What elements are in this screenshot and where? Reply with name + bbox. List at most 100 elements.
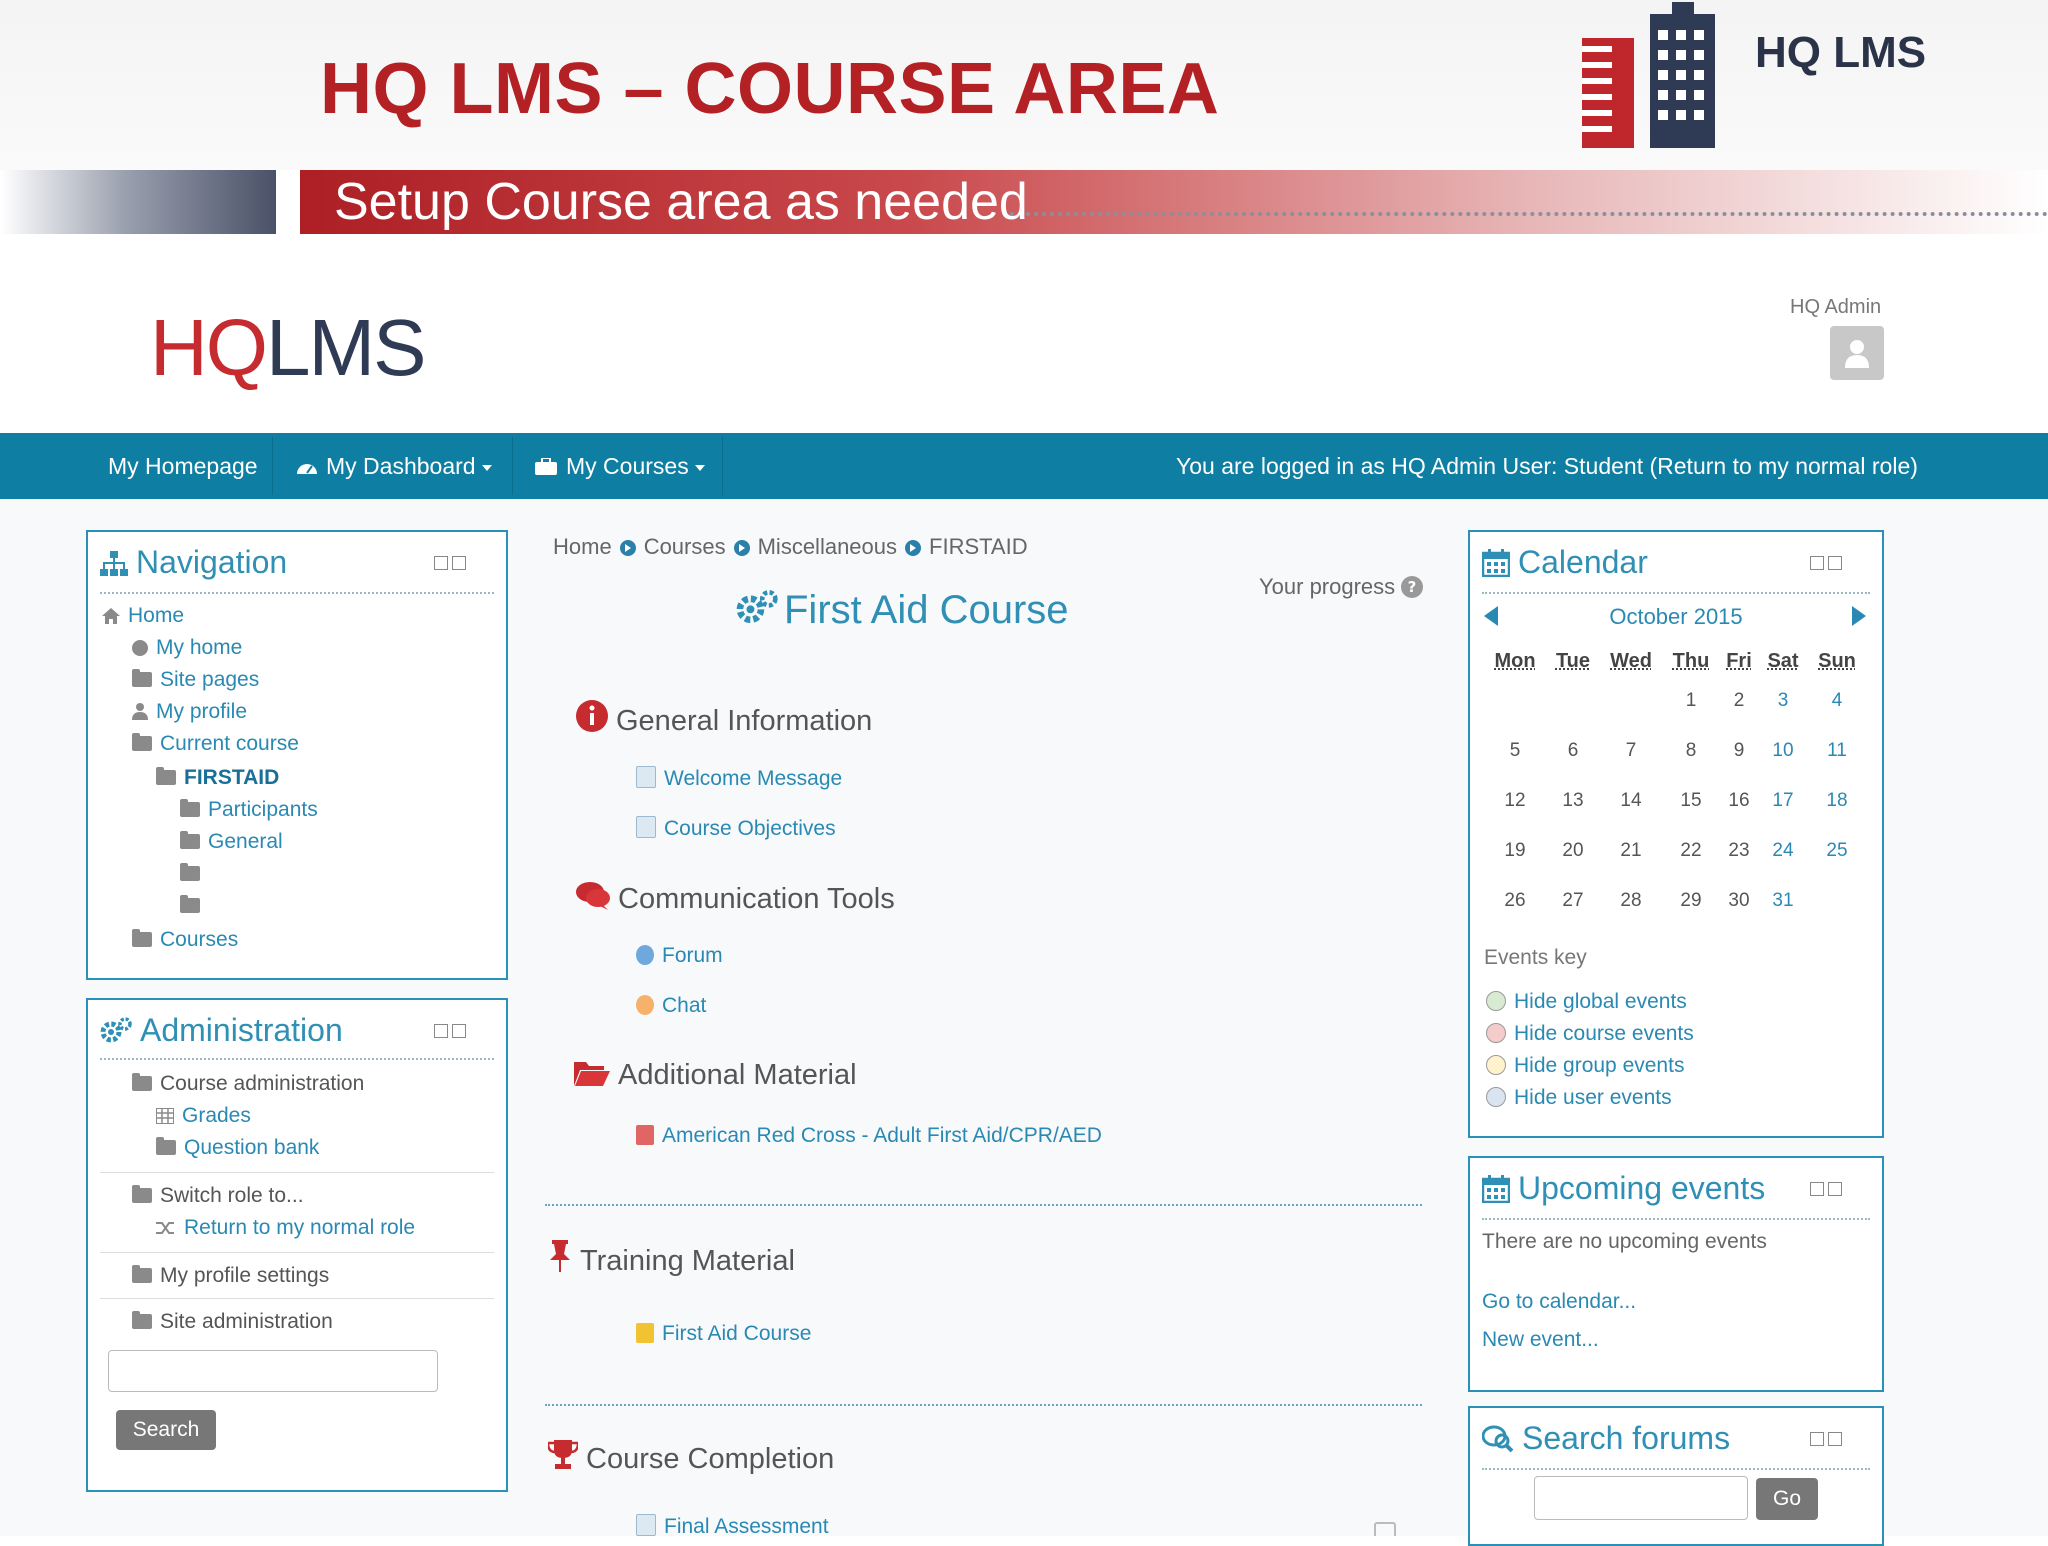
calendar-day[interactable]: 19 — [1490, 840, 1540, 862]
folder-icon — [132, 669, 152, 687]
avatar[interactable] — [1830, 326, 1884, 380]
events-key-item[interactable]: Hide user events — [1486, 1086, 1672, 1110]
calendar-day[interactable]: 28 — [1606, 890, 1656, 912]
admin-search-button[interactable]: Search — [116, 1410, 216, 1450]
calendar-day[interactable]: 1 — [1666, 690, 1716, 712]
activity-american-red-cross[interactable]: American Red Cross - Adult First Aid/CPR… — [636, 1124, 1102, 1148]
minimize-icon[interactable] — [1810, 1182, 1824, 1196]
nav-current-course[interactable]: Current course — [132, 732, 299, 756]
calendar-day[interactable]: 20 — [1548, 840, 1598, 862]
calendar-day[interactable]: 27 — [1548, 890, 1598, 912]
calendar-day[interactable]: 25 — [1812, 840, 1862, 862]
activity-chat[interactable]: Chat — [636, 994, 706, 1018]
calendar-month[interactable]: October 2015 — [1576, 604, 1776, 630]
calendar-day[interactable]: 2 — [1714, 690, 1764, 712]
calendar-day[interactable]: 16 — [1714, 790, 1764, 812]
dock-icon[interactable] — [1828, 1182, 1842, 1196]
events-key-item[interactable]: Hide global events — [1486, 990, 1687, 1014]
minimize-icon[interactable] — [434, 556, 448, 570]
calendar-day[interactable]: 3 — [1758, 690, 1808, 712]
nav-home[interactable]: Home — [102, 604, 184, 628]
prev-month-icon[interactable] — [1484, 606, 1498, 626]
activity-final-assessment[interactable]: Final Assessment — [636, 1514, 829, 1539]
block-controls[interactable] — [1806, 1182, 1846, 1198]
calendar-day[interactable]: 31 — [1758, 890, 1808, 912]
calendar-day[interactable]: 12 — [1490, 790, 1540, 812]
admin-switch-role[interactable]: Switch role to... — [132, 1184, 304, 1208]
login-status[interactable]: You are logged in as HQ Admin User: Stud… — [1176, 433, 1918, 499]
calendar-day[interactable]: 7 — [1606, 740, 1656, 762]
minimize-icon[interactable] — [1810, 556, 1824, 570]
nav-my-profile[interactable]: My profile — [132, 700, 247, 724]
nav-my-dashboard[interactable]: My Dashboard — [296, 433, 492, 499]
help-icon[interactable]: ? — [1401, 576, 1424, 598]
calendar-day[interactable]: 30 — [1714, 890, 1764, 912]
calendar-day[interactable]: 15 — [1666, 790, 1716, 812]
block-controls[interactable] — [430, 1024, 470, 1040]
course-title-text: First Aid Course — [784, 588, 1069, 632]
calendar-day[interactable]: 26 — [1490, 890, 1540, 912]
nav-section-folder[interactable] — [180, 894, 208, 918]
activity-forum[interactable]: Forum — [636, 944, 723, 968]
admin-return-role[interactable]: Return to my normal role — [156, 1216, 415, 1240]
completion-checkbox[interactable] — [1374, 1522, 1396, 1536]
admin-course-administration[interactable]: Course administration — [132, 1072, 364, 1096]
nav-section-folder[interactable] — [180, 862, 208, 886]
activity-course-objectives[interactable]: Course Objectives — [636, 816, 836, 841]
calendar-day[interactable]: 6 — [1548, 740, 1598, 762]
calendar-day[interactable]: 22 — [1666, 840, 1716, 862]
admin-search-input[interactable] — [108, 1350, 438, 1392]
minimize-icon[interactable] — [1810, 1432, 1824, 1446]
activity-first-aid-course[interactable]: First Aid Course — [636, 1322, 811, 1346]
calendar-day[interactable]: 29 — [1666, 890, 1716, 912]
user-name[interactable]: HQ Admin — [1790, 296, 1881, 319]
nav-general[interactable]: General — [180, 830, 283, 854]
calendar-day[interactable]: 24 — [1758, 840, 1808, 862]
admin-question-bank[interactable]: Question bank — [156, 1136, 319, 1160]
block-controls[interactable] — [1806, 556, 1846, 572]
search-forums-go-button[interactable]: Go — [1756, 1478, 1818, 1520]
breadcrumb-courses[interactable]: Courses — [644, 534, 726, 559]
events-key-item[interactable]: Hide course events — [1486, 1022, 1694, 1046]
go-to-calendar-link[interactable]: Go to calendar... — [1482, 1290, 1636, 1314]
dock-icon[interactable] — [1828, 1432, 1842, 1446]
breadcrumb-miscellaneous[interactable]: Miscellaneous — [758, 534, 897, 559]
calendar-day[interactable]: 10 — [1758, 740, 1808, 762]
breadcrumb-home[interactable]: Home — [553, 534, 612, 559]
nav-my-courses[interactable]: My Courses — [534, 433, 705, 499]
next-month-icon[interactable] — [1852, 606, 1866, 626]
dock-icon[interactable] — [452, 556, 466, 570]
calendar-day[interactable]: 18 — [1812, 790, 1862, 812]
calendar-day[interactable]: 21 — [1606, 840, 1656, 862]
calendar-day[interactable]: 11 — [1812, 740, 1862, 762]
activity-welcome-message[interactable]: Welcome Message — [636, 766, 842, 791]
admin-site-administration[interactable]: Site administration — [132, 1310, 333, 1334]
block-controls[interactable] — [1806, 1432, 1846, 1448]
calendar-day[interactable]: 23 — [1714, 840, 1764, 862]
calendar-day[interactable]: 9 — [1714, 740, 1764, 762]
nav-courses[interactable]: Courses — [132, 928, 238, 952]
admin-profile-settings[interactable]: My profile settings — [132, 1264, 329, 1288]
search-forums-input[interactable] — [1534, 1476, 1748, 1520]
admin-grades[interactable]: Grades — [156, 1104, 251, 1128]
nav-firstaid[interactable]: FIRSTAID — [156, 766, 279, 790]
nav-participants[interactable]: Participants — [180, 798, 318, 822]
chevron-down-icon — [694, 464, 705, 471]
events-key-item[interactable]: Hide group events — [1486, 1054, 1684, 1078]
progress-label: Your progress — [1259, 574, 1396, 599]
dock-icon[interactable] — [452, 1024, 466, 1038]
section-additional-material: Additional Material — [574, 1058, 857, 1092]
calendar-day[interactable]: 17 — [1758, 790, 1808, 812]
new-event-link[interactable]: New event... — [1482, 1328, 1599, 1352]
calendar-day[interactable]: 13 — [1548, 790, 1598, 812]
calendar-day[interactable]: 4 — [1812, 690, 1862, 712]
minimize-icon[interactable] — [434, 1024, 448, 1038]
calendar-day[interactable]: 8 — [1666, 740, 1716, 762]
block-controls[interactable] — [430, 556, 470, 572]
nav-my-homepage[interactable]: My Homepage — [108, 433, 258, 499]
calendar-day[interactable]: 14 — [1606, 790, 1656, 812]
dock-icon[interactable] — [1828, 556, 1842, 570]
nav-my-home[interactable]: My home — [132, 636, 242, 660]
nav-site-pages[interactable]: Site pages — [132, 668, 259, 692]
calendar-day[interactable]: 5 — [1490, 740, 1540, 762]
